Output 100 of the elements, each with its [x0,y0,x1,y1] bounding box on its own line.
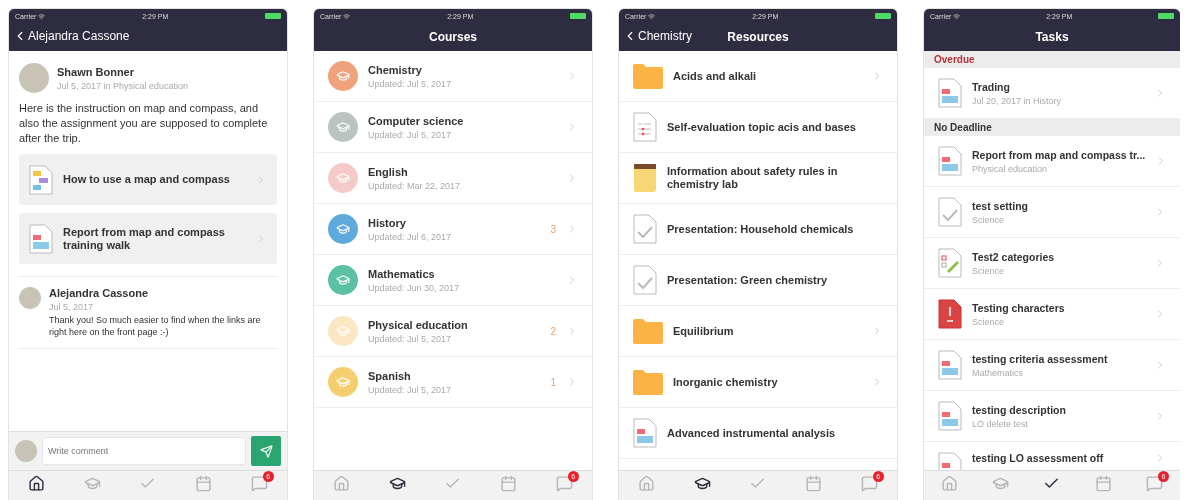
author-name: Shawn Bonner [57,65,135,79]
updated-date: Updated: Jul 5, 2017 [368,384,453,395]
home-icon [941,475,959,492]
graduation-cap-icon [388,475,406,492]
task-row[interactable]: test setting Science [924,187,1180,238]
task-subtitle: Science [972,265,1006,276]
updated-date: Updated: Jul 6, 2017 [368,231,453,242]
comment-date: Jul 5, 2017 [49,302,95,312]
document-icon [938,299,962,329]
resource-row[interactable]: Self-evaluation topic acis and bases [619,102,897,153]
checked-document-icon [938,197,962,227]
wifi-icon [38,12,46,20]
resource-title: Presentation: Green chemistry [667,273,829,287]
calendar-icon [805,475,823,492]
graduation-cap-icon [83,475,101,492]
resource-title: Equilibrium [673,324,735,338]
battery-icon [570,13,586,19]
resource-row[interactable]: Inorganic chemistry [619,357,897,408]
wifi-icon [343,12,351,20]
course-row[interactable]: English Updated: Mar 22, 2017 [314,153,592,204]
update-count: 1 [550,376,556,388]
checked-document-icon [633,265,657,295]
home-icon [333,475,351,492]
graduation-cap-icon [693,475,711,492]
task-title: testing LO assessment off [972,452,1105,465]
resource-row[interactable]: Presentation: Household chemicals [619,204,897,255]
post-text: Here is the instruction on map and compass, and also the assignment you are supposed to complete after the trip. [19,101,269,146]
updated-date: Updated: Jul 5, 2017 [368,129,453,140]
course-row[interactable]: Physical education Updated: Jul 5, 2017 2 [314,306,592,357]
course-row[interactable]: History Updated: Jul 6, 2017 3 [314,204,592,255]
course-name: Computer science [368,114,465,128]
resource-title: Advanced instrumental analysis [667,426,837,440]
home-icon [28,475,46,492]
attachment-card[interactable]: Report from map and compass training walk [19,213,277,264]
notebook-icon [633,163,657,193]
folder-icon [633,318,663,344]
send-button[interactable] [251,436,281,466]
tab-button[interactable] [388,475,406,492]
document-icon [938,401,962,431]
task-title: Test2 categories [972,250,1056,264]
course-row[interactable]: Computer science Updated: Jul 5, 2017 [314,102,592,153]
chat-icon [555,475,573,492]
resource-row[interactable]: Advanced instrumental analysis [619,408,897,459]
document-icon [633,418,657,448]
back-button[interactable]: Chemistry [623,29,692,43]
resource-title: Acids and alkali [673,69,758,83]
checked-document-icon [633,214,657,244]
wifi-icon [648,12,656,20]
task-title: Trading [972,80,1011,94]
resource-title: Presentation: Household chemicals [667,222,855,236]
updated-date: Updated: Jul 5, 2017 [368,78,453,89]
calendar-icon [500,475,518,492]
back-button[interactable]: Alejandra Cassone [13,29,130,43]
resource-title: Self-evaluation topic acis and bases [667,120,857,134]
comment-field[interactable]: Write comment [42,437,246,465]
task-subtitle: Science [972,214,1006,225]
post-meta: Jul 5, 2017 in Physical education [57,80,190,91]
screen-title: Tasks [1035,30,1069,44]
course-name: Mathematics [368,267,436,281]
course-row[interactable]: Spanish Updated: Jul 5, 2017 1 [314,357,592,408]
updated-date: Updated: Jun 30, 2017 [368,282,461,293]
task-row[interactable]: Testing characters Science [924,289,1180,340]
resource-title: Information about safety rules in chemistry lab [667,165,839,191]
document-icon [938,350,962,380]
task-title: Testing characters [972,301,1066,315]
document-icon [29,164,53,195]
task-title: test setting [972,199,1029,213]
task-row[interactable]: testing description LO delete test [924,391,1180,442]
battery-icon [875,13,891,19]
chat-icon [1145,475,1163,492]
course-row[interactable]: Chemistry Updated: Jul 5, 2017 [314,51,592,102]
resource-row[interactable]: Presentation: Green chemistry [619,255,897,306]
course-name: Spanish [368,369,412,383]
calendar-icon [1094,475,1112,492]
battery-icon [265,13,281,19]
home-icon [638,475,656,492]
battery-icon [1158,13,1174,19]
pencil-document-icon [938,248,962,278]
task-row[interactable]: testing criteria assessment Mathematics [924,340,1180,391]
task-row[interactable]: Test2 categories Science [924,238,1180,289]
update-count: 2 [550,325,556,337]
task-subtitle: Science [972,316,1006,327]
task-title: testing criteria assessment [972,352,1109,366]
graduation-cap-icon [992,475,1010,492]
folder-icon [633,63,663,89]
resource-row[interactable]: Information about safety rules in chemistry lab [619,153,897,204]
task-row[interactable]: Report from map and compass tr... Physical education [924,136,1180,187]
send-icon [259,444,273,458]
resource-row[interactable]: Equilibrium [619,306,897,357]
screen-title: Resources [727,30,789,44]
tab-button[interactable] [693,475,711,492]
avatar [19,287,41,309]
task-subtitle: Mathematics [972,367,1025,378]
task-title: testing description [972,403,1067,417]
resource-row[interactable]: Acids and alkali [619,51,897,102]
tab-button[interactable] [28,475,46,492]
attachment-card[interactable]: How to use a map and compass [19,154,277,205]
course-name: History [368,216,407,230]
avatar [19,63,49,93]
course-row[interactable]: Mathematics Updated: Jun 30, 2017 [314,255,592,306]
